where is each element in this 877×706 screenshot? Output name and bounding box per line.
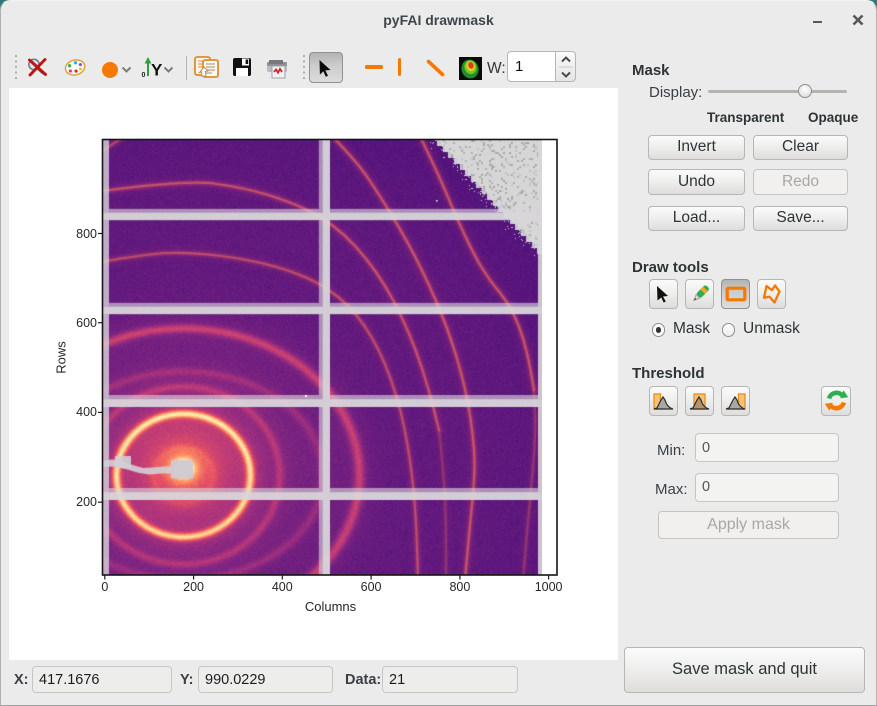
svg-text:0: 0 (142, 72, 146, 79)
svg-text:Y: Y (151, 61, 163, 80)
